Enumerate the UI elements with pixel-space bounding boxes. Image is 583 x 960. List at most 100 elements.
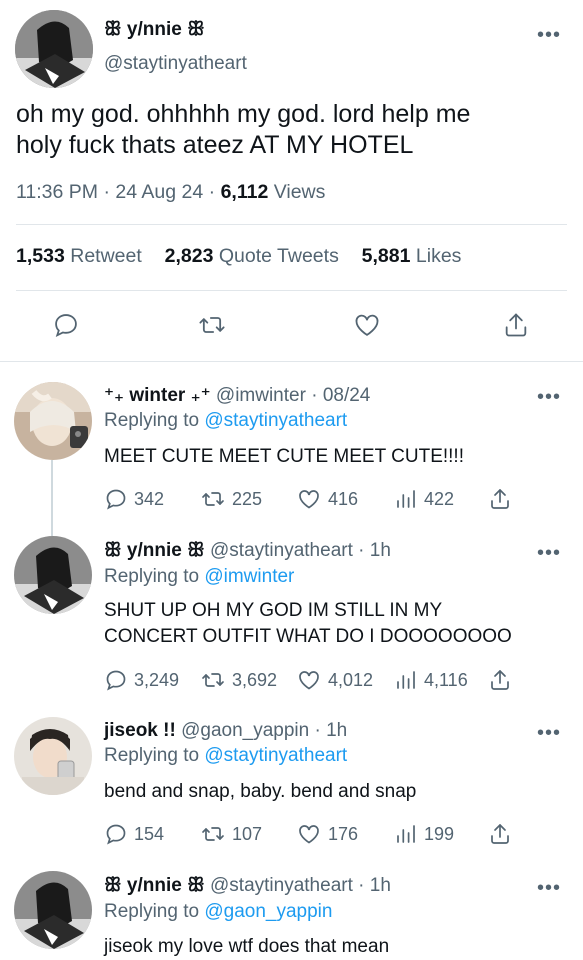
reply-time[interactable]: · 1h — [358, 540, 391, 561]
heart-icon — [296, 822, 322, 846]
reply-button[interactable]: 154 — [104, 822, 164, 846]
avatar[interactable] — [15, 10, 93, 88]
divider — [16, 290, 567, 291]
avatar[interactable] — [14, 382, 92, 460]
reply-header: ⁺₊ winter ₊⁺ @imwinter · 08/24 — [104, 384, 370, 407]
avatar[interactable] — [14, 717, 92, 795]
retweet-button[interactable]: 107 — [200, 822, 262, 846]
analytics-icon — [394, 487, 418, 511]
tweet-text-line: holy fuck thats ateez AT MY HOTEL — [16, 131, 414, 159]
author-display-name[interactable]: ꕥ y/nnie ꕥ — [104, 875, 205, 896]
retweets-label: Retweet — [70, 245, 142, 267]
retweet-count: 225 — [232, 488, 263, 509]
reply-header: jiseok !! @gaon_yappin · 1h — [104, 720, 347, 742]
retweet-count: 107 — [232, 823, 263, 844]
reply-icon — [104, 487, 128, 511]
likes-count: 5,881 — [361, 245, 411, 267]
author-display-name[interactable]: jiseok !! — [104, 720, 176, 741]
author-handle[interactable]: @imwinter — [216, 385, 306, 406]
reply-icon — [104, 822, 128, 846]
replying-to: Replying to @staytinyatheart — [104, 410, 347, 432]
share-button[interactable] — [488, 668, 512, 692]
like-count: 4,012 — [328, 669, 374, 690]
like-button[interactable]: 176 — [296, 822, 358, 846]
share-button[interactable] — [488, 822, 512, 846]
more-options-icon[interactable]: ••• — [537, 25, 561, 45]
divider — [16, 224, 567, 225]
views-button[interactable]: 422 — [394, 487, 454, 511]
share-button[interactable] — [488, 487, 512, 511]
retweet-button[interactable] — [197, 311, 227, 344]
author-handle[interactable]: @gaon_yappin — [181, 720, 309, 741]
replying-to: Replying to @gaon_yappin — [104, 901, 332, 923]
more-options-icon[interactable]: ••• — [537, 387, 561, 407]
reply-text-line: SHUT UP OH MY GOD IM STILL IN MY — [104, 600, 443, 621]
share-icon — [488, 822, 512, 846]
replying-to-handle[interactable]: @imwinter — [204, 566, 294, 587]
author-handle[interactable]: @staytinyatheart — [104, 53, 247, 75]
more-options-icon[interactable]: ••• — [537, 543, 561, 563]
tweet-time[interactable]: 11:36 PM — [16, 181, 98, 203]
reply-time[interactable]: · 08/24 — [311, 385, 370, 406]
author-display-name[interactable]: ꕥ y/nnie ꕥ — [104, 19, 205, 41]
tweet-text: oh my god. ohhhhh my god. lord help me h… — [16, 99, 470, 161]
reply-time[interactable]: · 1h — [315, 720, 348, 741]
retweet-count: 3,692 — [232, 669, 278, 690]
views-button[interactable]: 4,116 — [394, 668, 468, 692]
author-handle[interactable]: @staytinyatheart — [210, 540, 353, 561]
retweets-count: 1,533 — [16, 245, 65, 267]
heart-icon — [296, 487, 322, 511]
engagement-stats: 1,533 Retweet 2,823 Quote Tweets 5,881 L… — [16, 245, 461, 268]
quotes-count: 2,823 — [164, 245, 214, 267]
reply-button[interactable]: 342 — [104, 487, 164, 511]
tweet-date[interactable]: 24 Aug 24 — [115, 181, 203, 203]
replying-to-handle[interactable]: @staytinyatheart — [204, 745, 347, 766]
divider — [0, 361, 583, 362]
separator: · — [103, 181, 110, 203]
likes-stat[interactable]: 5,881 Likes — [362, 245, 462, 267]
replying-to: Replying to @imwinter — [104, 566, 294, 588]
analytics-icon — [394, 822, 418, 846]
retweet-button[interactable]: 3,692 — [200, 668, 277, 692]
replying-to-label: Replying to — [104, 410, 200, 431]
avatar[interactable] — [14, 536, 92, 614]
reply-count: 342 — [134, 488, 165, 509]
views-label: Views — [273, 181, 326, 203]
heart-icon — [352, 311, 382, 339]
share-icon — [488, 668, 512, 692]
replying-to-handle[interactable]: @staytinyatheart — [204, 410, 347, 431]
author-display-name[interactable]: ꕥ y/nnie ꕥ — [104, 540, 205, 561]
reply-button[interactable]: 3,249 — [104, 668, 179, 692]
reply-time[interactable]: · 1h — [358, 875, 391, 896]
retweet-icon — [200, 487, 226, 511]
reply-text: MEET CUTE MEET CUTE MEET CUTE!!!! — [104, 446, 464, 467]
reply-header: ꕥ y/nnie ꕥ @staytinyatheart · 1h — [104, 875, 391, 897]
author-handle[interactable]: @staytinyatheart — [210, 875, 353, 896]
retweet-icon — [197, 311, 227, 339]
reply-count: 3,249 — [134, 669, 180, 690]
reply-text: SHUT UP OH MY GOD IM STILL IN MY CONCERT… — [104, 598, 512, 650]
retweet-icon — [200, 822, 226, 846]
separator: · — [208, 181, 216, 203]
like-button[interactable] — [352, 311, 382, 344]
view-count: 199 — [424, 823, 455, 844]
retweet-icon — [200, 668, 226, 692]
retweet-button[interactable]: 225 — [200, 487, 262, 511]
like-button[interactable]: 416 — [296, 487, 358, 511]
reply-button[interactable] — [52, 311, 80, 344]
retweets-stat[interactable]: 1,533 Retweet — [16, 245, 142, 267]
reply-icon — [52, 311, 80, 339]
quotes-stat[interactable]: 2,823 Quote Tweets — [165, 245, 339, 267]
analytics-icon — [394, 668, 418, 692]
replying-to-label: Replying to — [104, 745, 200, 766]
more-options-icon[interactable]: ••• — [537, 878, 561, 898]
reply-icon — [104, 668, 128, 692]
share-button[interactable] — [502, 310, 530, 345]
views-button[interactable]: 199 — [394, 822, 454, 846]
author-display-name[interactable]: ⁺₊ winter ₊⁺ — [104, 385, 211, 406]
more-options-icon[interactable]: ••• — [537, 723, 561, 743]
avatar[interactable] — [14, 871, 92, 949]
replying-to-handle[interactable]: @gaon_yappin — [204, 901, 332, 922]
like-button[interactable]: 4,012 — [296, 668, 373, 692]
reply-text-line: CONCERT OUTFIT WHAT DO I DOOOOOOOO — [104, 626, 512, 647]
